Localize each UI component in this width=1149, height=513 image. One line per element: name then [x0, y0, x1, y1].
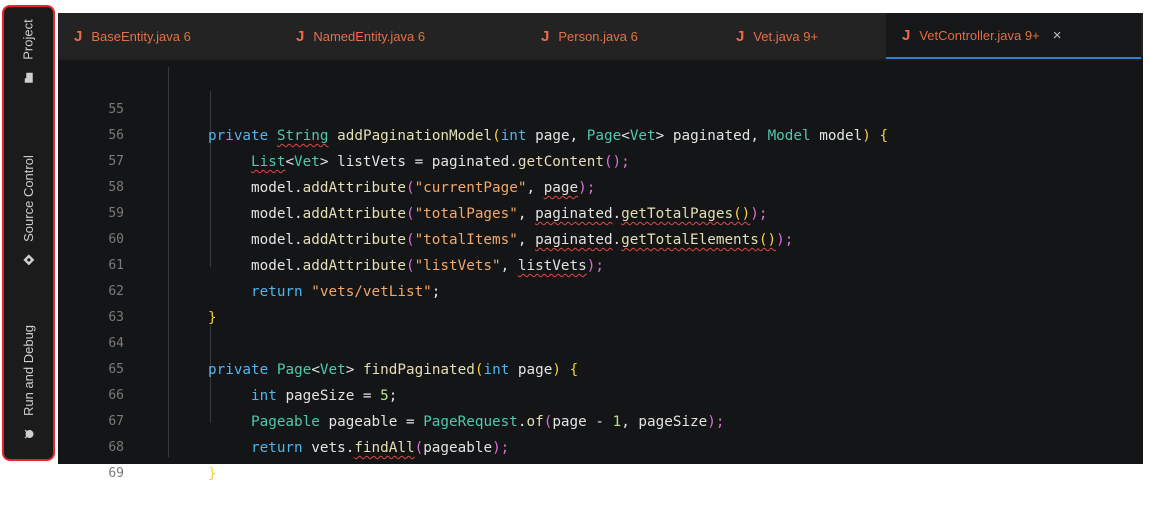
java-file-icon: J	[541, 27, 550, 45]
code-editor[interactable]: 55 private String addPaginationModel(int…	[58, 61, 1143, 482]
code-line: 57 model.addAttribute("currentPage", pag…	[58, 123, 1143, 196]
java-file-icon: J	[296, 27, 305, 45]
editor-area: J BaseEntity.java 6 J NamedEntity.java 6…	[58, 13, 1143, 482]
code-line: 67 return vets.findAll(pageable);	[58, 383, 1143, 456]
activity-run-debug-label: Run and Debug	[21, 324, 37, 416]
activity-source-control-label: Source Control	[21, 154, 36, 242]
tab-bar: J BaseEntity.java 6 J NamedEntity.java 6…	[58, 13, 1143, 59]
code-line: 59 model.addAttribute("totalItems", pagi…	[58, 175, 1143, 248]
activity-source-control[interactable]: Source Control	[4, 135, 53, 285]
tab-label: VetController.java 9+	[919, 27, 1040, 43]
code-line: 58 model.addAttribute("totalPages", pagi…	[58, 149, 1143, 222]
code-line: 68 }	[58, 409, 1143, 482]
problem-count: 9+	[1024, 27, 1040, 43]
tab-namedentity[interactable]: J NamedEntity.java 6	[280, 13, 510, 59]
problem-count: 6	[417, 28, 426, 44]
activity-bar: Project Source Control Run and Debug	[2, 5, 55, 461]
problem-count: 6	[630, 28, 638, 44]
tab-vet[interactable]: J Vet.java 9+	[720, 13, 880, 59]
close-icon[interactable]: ×	[1053, 27, 1062, 44]
tab-baseentity[interactable]: J BaseEntity.java 6	[58, 13, 258, 59]
code-line: 63	[58, 279, 1143, 325]
tab-label: Vet.java 9+	[753, 28, 819, 44]
tab-label: BaseEntity.java 6	[91, 28, 191, 44]
code-line: 60 model.addAttribute("listVets", listVe…	[58, 201, 1143, 274]
problem-count: 6	[183, 28, 191, 44]
tab-vetcontroller[interactable]: J VetController.java 9+ ×	[886, 13, 1141, 59]
source-control-icon	[23, 253, 35, 265]
line-number: 69	[108, 466, 124, 481]
java-file-icon: J	[736, 27, 745, 45]
tab-label: NamedEntity.java 6	[313, 28, 426, 44]
code-line: 64 private Page<Vet> findPaginated(int p…	[58, 305, 1143, 378]
tab-label: Person.java 6	[558, 28, 638, 44]
java-file-icon: J	[74, 27, 83, 45]
tab-person[interactable]: J Person.java 6	[525, 13, 715, 59]
code-line: 65 int pageSize = 5;	[58, 331, 1143, 404]
java-file-icon: J	[902, 26, 911, 44]
code-line: 69	[58, 435, 1143, 481]
ide-window: Project Source Control Run and Debug J B…	[0, 0, 1149, 482]
folder-icon	[23, 71, 35, 83]
code-line: 66 Pageable pageable = PageRequest.of(pa…	[58, 357, 1143, 430]
code-line: 55 private String addPaginationModel(int…	[58, 71, 1143, 144]
activity-project[interactable]: Project	[4, 18, 53, 83]
code-line: 56 List<Vet> listVets = paginated.getCon…	[58, 97, 1143, 170]
activity-run-debug[interactable]: Run and Debug	[4, 307, 53, 457]
code-line: 61 return "vets/vetList";	[58, 227, 1143, 300]
activity-project-label: Project	[21, 18, 36, 60]
debug-icon	[23, 428, 35, 440]
code-line: 62 }	[58, 253, 1143, 326]
problem-count: 9+	[803, 28, 819, 44]
